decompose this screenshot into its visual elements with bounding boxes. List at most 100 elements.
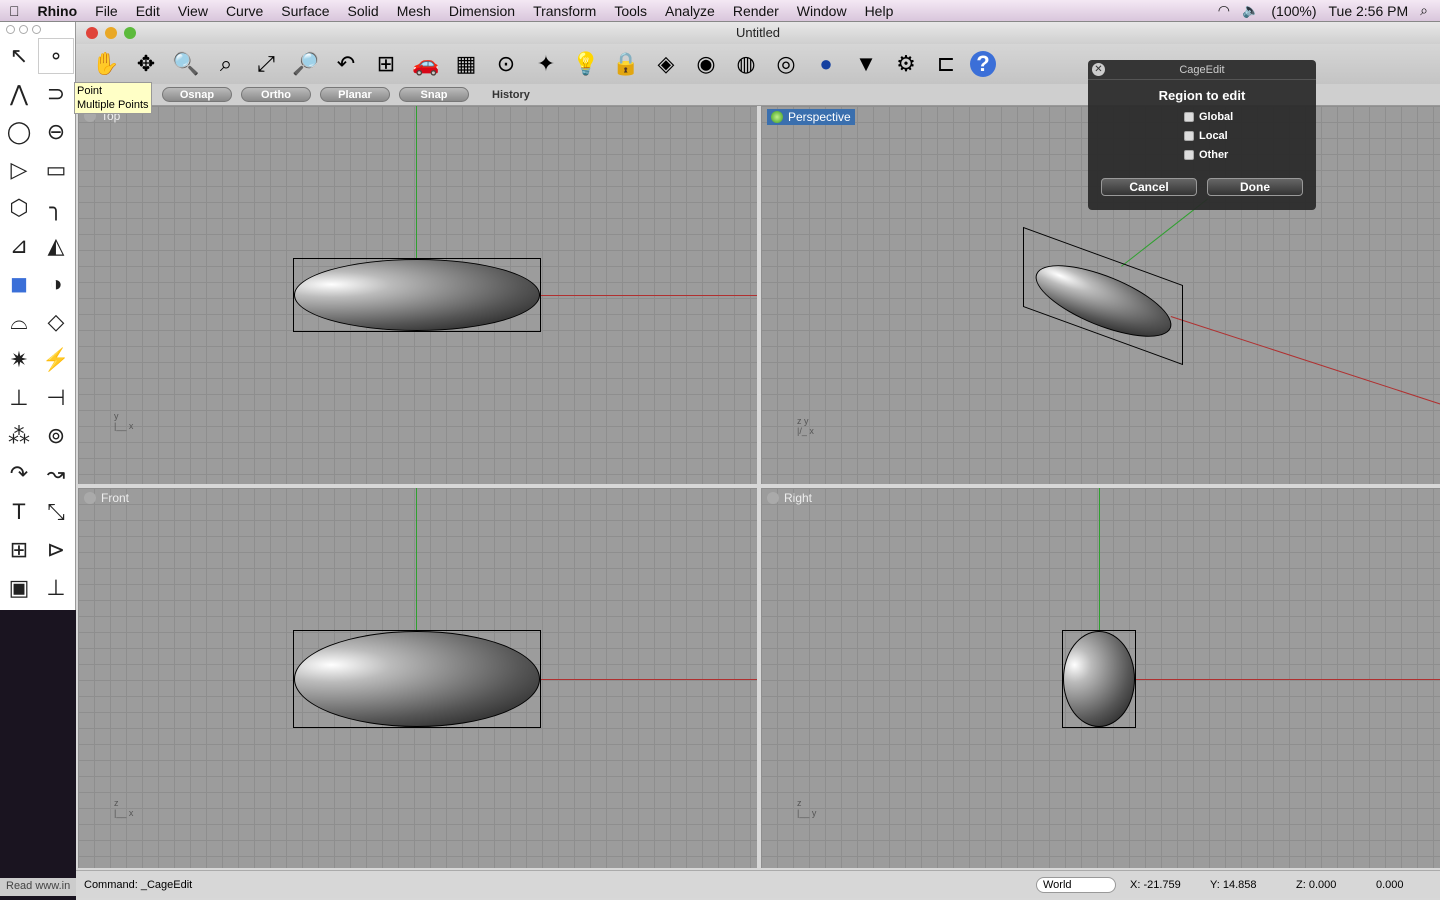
scale-icon[interactable]: ⤡ [38, 494, 74, 530]
menu-app[interactable]: Rhino [29, 3, 87, 19]
dimension-icon[interactable]: ⊥ [38, 570, 74, 606]
menu-view[interactable]: View [169, 3, 217, 19]
drafting-icon[interactable]: ⊳ [38, 532, 74, 568]
arc-icon[interactable]: ▷ [1, 152, 37, 188]
point-icon[interactable]: ∘ [38, 38, 74, 74]
solid-tools-icon[interactable]: ▣ [1, 570, 37, 606]
apple-icon[interactable]:  [0, 3, 29, 19]
polyline-icon[interactable]: ⋀ [1, 76, 37, 112]
zoom-icon[interactable]: 🔍 [170, 48, 202, 80]
zoom-extents-icon[interactable]: ⤢ [250, 48, 282, 80]
mesh-icon[interactable]: ◇ [38, 304, 74, 340]
polygon-icon[interactable]: ⬡ [1, 190, 37, 226]
osnap-icon[interactable]: ⊙ [490, 48, 522, 80]
planar-toggle[interactable]: Planar [320, 87, 390, 102]
fillet-icon[interactable]: ╮ [38, 190, 74, 226]
split-icon[interactable]: ⚡ [38, 342, 74, 378]
minimize-icon[interactable] [19, 25, 28, 34]
surface-icon[interactable]: ⊿ [1, 228, 37, 264]
option-other[interactable]: Other [1184, 145, 1316, 164]
menu-file[interactable]: File [86, 3, 127, 19]
clock[interactable]: Tue 2:56 PM [1329, 3, 1409, 19]
minimize-button[interactable] [105, 27, 117, 39]
option-global[interactable]: Global [1184, 107, 1316, 126]
render-icon[interactable]: ● [810, 48, 842, 80]
menu-transform[interactable]: Transform [524, 3, 605, 19]
grid-icon[interactable]: ▦ [450, 48, 482, 80]
boolean-icon[interactable]: ◑ [38, 266, 74, 302]
menu-render[interactable]: Render [724, 3, 788, 19]
zoom-icon[interactable] [32, 25, 41, 34]
shaded-icon[interactable]: ◎ [770, 48, 802, 80]
four-viewports-icon[interactable]: ⊞ [370, 48, 402, 80]
explode-icon[interactable]: ✷ [1, 342, 37, 378]
circle-icon[interactable]: ◯ [1, 114, 37, 150]
checkbox[interactable] [1184, 130, 1194, 141]
rectangle-icon[interactable]: ▭ [38, 152, 74, 188]
text-icon[interactable]: T [1, 494, 37, 530]
osnap-toggle[interactable]: Osnap [162, 87, 232, 102]
viewport-label[interactable]: Perspective [788, 110, 851, 124]
cage-box[interactable] [293, 258, 541, 332]
cage-box[interactable] [293, 630, 541, 728]
properties-icon[interactable]: ⊏ [930, 48, 962, 80]
lock-icon[interactable]: 🔒 [610, 48, 642, 80]
color-wheel-icon[interactable]: ◉ [690, 48, 722, 80]
select-icon[interactable]: ↖ [1, 38, 37, 74]
viewport-label[interactable]: Right [784, 491, 812, 505]
zoom-window-icon[interactable]: ⌕ [210, 48, 242, 80]
menu-window[interactable]: Window [788, 3, 856, 19]
menu-dimension[interactable]: Dimension [440, 3, 524, 19]
zoom-selected-icon[interactable]: 🔎 [290, 48, 322, 80]
cylinder-icon[interactable]: ⌓ [1, 304, 37, 340]
blend-icon[interactable]: ↝ [38, 456, 74, 492]
spotlight-search-icon[interactable]: ⌕ [1420, 2, 1428, 19]
cage-box[interactable] [1062, 630, 1136, 728]
box-icon[interactable]: ◼ [1, 266, 37, 302]
checkbox[interactable] [1184, 149, 1194, 160]
snap-toggle[interactable]: Snap [399, 87, 469, 102]
surface-edit-icon[interactable]: ◭ [38, 228, 74, 264]
close-icon[interactable] [6, 25, 15, 34]
menu-surface[interactable]: Surface [272, 3, 338, 19]
cplane-select[interactable]: World [1036, 876, 1116, 893]
spotlight-icon[interactable]: ▼ [850, 48, 882, 80]
group-icon[interactable]: ⁂ [1, 418, 37, 454]
pan-icon[interactable]: ✋ [90, 48, 122, 80]
checkbox[interactable] [1184, 111, 1194, 122]
wifi-icon[interactable]: ◠ [1218, 2, 1230, 19]
bulb-icon[interactable]: 💡 [570, 48, 602, 80]
menu-mesh[interactable]: Mesh [388, 3, 440, 19]
done-button[interactable]: Done [1207, 178, 1303, 196]
layers-icon[interactable]: ◈ [650, 48, 682, 80]
viewport-menu-icon[interactable] [84, 492, 96, 504]
close-icon[interactable]: ✕ [1092, 63, 1105, 76]
viewport-front[interactable]: Front z |__ x [78, 488, 757, 868]
viewport-right[interactable]: Right z |__ y [761, 488, 1440, 868]
zoom-button[interactable] [124, 27, 136, 39]
car-icon[interactable]: 🚗 [410, 48, 442, 80]
wireframe-icon[interactable]: ◍ [730, 48, 762, 80]
array-icon[interactable]: ⊞ [1, 532, 37, 568]
rotate-view-icon[interactable]: ✥ [130, 48, 162, 80]
menu-analyze[interactable]: Analyze [656, 3, 724, 19]
viewport-top[interactable]: Top y |__ x [78, 106, 757, 484]
help-icon[interactable]: ? [970, 51, 996, 77]
trim-icon[interactable]: ⊥ [1, 380, 37, 416]
extend-icon[interactable]: ⊣ [38, 380, 74, 416]
ortho-toggle[interactable]: Ortho [241, 87, 311, 102]
offset-icon[interactable]: ↷ [1, 456, 37, 492]
volume-icon[interactable]: 🔈 [1242, 2, 1259, 19]
curve-icon[interactable]: ⊃ [38, 76, 74, 112]
viewport-menu-icon[interactable] [771, 111, 783, 123]
options-gear-icon[interactable]: ⚙ [890, 48, 922, 80]
cancel-button[interactable]: Cancel [1101, 178, 1197, 196]
battery-status[interactable]: (100%) [1271, 3, 1316, 19]
menu-edit[interactable]: Edit [127, 3, 169, 19]
menu-solid[interactable]: Solid [339, 3, 388, 19]
menu-curve[interactable]: Curve [217, 3, 272, 19]
ellipse-icon[interactable]: ⊖ [38, 114, 74, 150]
cage-box[interactable] [1023, 226, 1183, 366]
undo-view-icon[interactable]: ↶ [330, 48, 362, 80]
menu-help[interactable]: Help [856, 3, 903, 19]
